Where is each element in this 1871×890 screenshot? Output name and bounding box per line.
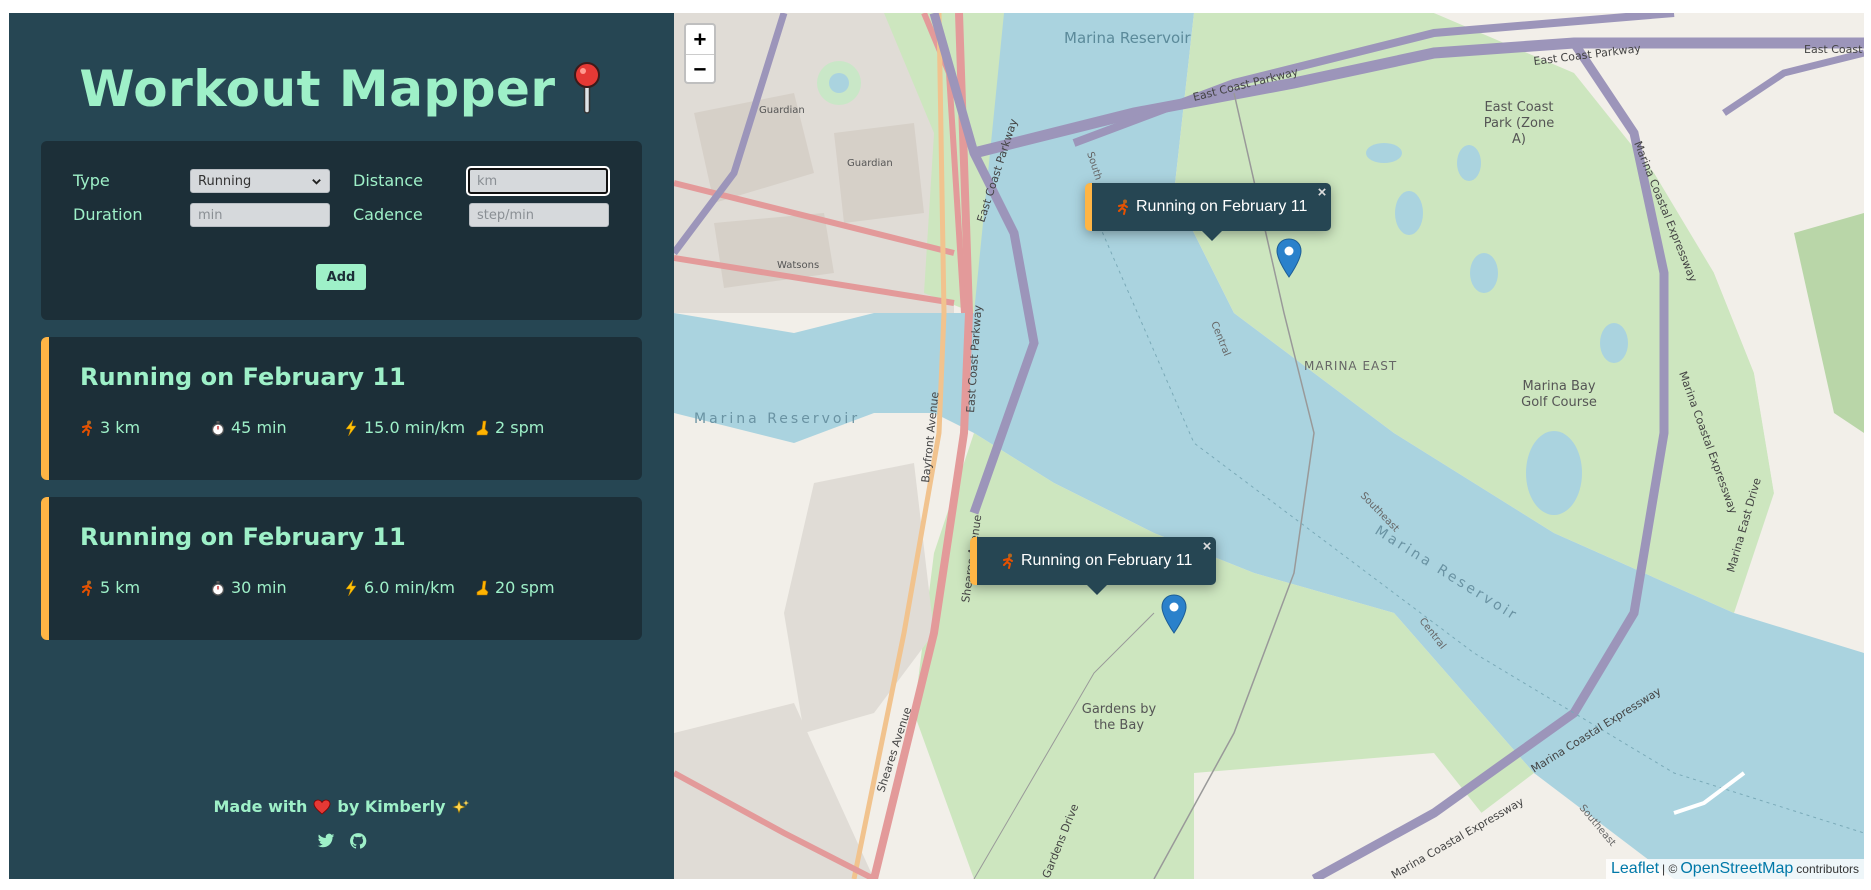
map-label: East Coast	[1484, 100, 1553, 115]
popup-tip	[1200, 230, 1223, 241]
leaflet-link[interactable]: Leaflet	[1611, 860, 1659, 878]
map-label: the Bay	[1094, 718, 1144, 733]
twitter-icon[interactable]	[317, 832, 335, 850]
type-select[interactable]: Running	[190, 169, 330, 193]
map-label: Golf Course	[1521, 395, 1597, 410]
popup-text: Running on February 11	[1021, 552, 1193, 569]
workout-distance: 5 km	[80, 578, 211, 597]
credits: Made with by Kimberly	[9, 797, 674, 816]
workout-duration-value: 30 min	[231, 578, 287, 597]
app-title: Workout Mapper	[79, 60, 556, 118]
lightning-icon	[345, 419, 357, 436]
popup-tip	[1085, 584, 1108, 595]
header: Workout Mapper	[41, 53, 642, 125]
github-icon[interactable]	[349, 832, 367, 850]
add-workout-button[interactable]: Add	[316, 264, 366, 290]
footprint-icon	[476, 580, 489, 595]
footer: Made with by Kimberly	[9, 797, 674, 850]
stopwatch-icon	[211, 420, 225, 436]
type-label: Type	[73, 171, 110, 190]
workout-duration-value: 45 min	[231, 418, 287, 437]
duration-label: Duration	[73, 205, 143, 224]
map-label: Gardens by	[1082, 702, 1157, 717]
workout-cadence: 20 spm	[475, 578, 555, 597]
map-marker-icon[interactable]	[1161, 594, 1187, 634]
map-label: Guardian	[759, 105, 805, 116]
map-label: MARINA EAST	[1304, 359, 1397, 373]
attribution-contributors: contributors	[1796, 862, 1859, 876]
workout-distance-value: 3 km	[100, 418, 141, 437]
map-label: Watsons	[777, 260, 819, 271]
map-label: Park (Zone	[1484, 116, 1554, 131]
heart-icon	[313, 799, 331, 815]
workout-cadence-value: 2 spm	[495, 418, 545, 437]
stopwatch-icon	[211, 580, 225, 596]
workout-stats: 5 km 30 min 6.0 min/km 20 spm	[80, 578, 642, 597]
workout-form: Type Running Distance Duration Cadence A…	[41, 141, 642, 320]
app-root: Workout Mapper Type Running Distance Dur…	[9, 13, 1864, 879]
author-text: by Kimberly	[337, 797, 446, 816]
workout-title: Running on February 11	[80, 363, 406, 391]
workout-distance-value: 5 km	[100, 578, 141, 597]
workout-duration: 30 min	[211, 578, 344, 597]
workout-title: Running on February 11	[80, 523, 406, 551]
distance-input[interactable]	[468, 168, 608, 194]
runner-icon	[1118, 199, 1128, 215]
map[interactable]: Marina Reservoir Marina Reservoir Marina…	[674, 13, 1864, 879]
map-label: Marina Reservoir	[1064, 29, 1191, 47]
zoom-control: + −	[684, 23, 716, 84]
map-label: A)	[1512, 132, 1526, 147]
distance-label: Distance	[353, 171, 423, 190]
openstreetmap-link[interactable]: OpenStreetMap	[1680, 860, 1793, 878]
workout-popup[interactable]: Running on February 11 ×	[1085, 183, 1332, 241]
map-label: East Coast Parkway	[1804, 43, 1864, 56]
workout-cadence-value: 20 spm	[495, 578, 555, 597]
workout-pace-value: 6.0 min/km	[364, 578, 455, 597]
workout-pace: 6.0 min/km	[344, 578, 475, 597]
sidebar: Workout Mapper Type Running Distance Dur…	[9, 13, 674, 879]
runner-icon	[82, 420, 92, 436]
workout-cadence: 2 spm	[475, 418, 544, 437]
cadence-input[interactable]	[469, 203, 609, 227]
map-attribution: Leaflet | © OpenStreetMap contributors	[1606, 859, 1864, 879]
workout-item[interactable]: Running on February 11 3 km 45 min 15.0 …	[41, 337, 642, 480]
cadence-label: Cadence	[353, 205, 423, 224]
workout-pace: 15.0 min/km	[344, 418, 475, 437]
social-links	[9, 832, 674, 850]
runner-icon	[1003, 553, 1013, 569]
chevron-down-icon	[312, 178, 321, 185]
map-label: Marina Reservoir	[694, 411, 860, 427]
popup-text: Running on February 11	[1136, 198, 1308, 215]
popup-close-button[interactable]: ×	[1318, 184, 1327, 201]
map-marker-icon[interactable]	[1276, 238, 1302, 278]
round-pushpin-icon	[573, 62, 600, 114]
map-label: Marina Bay	[1522, 379, 1595, 394]
zoom-in-button[interactable]: +	[686, 25, 714, 54]
zoom-out-button[interactable]: −	[686, 54, 714, 82]
footprint-icon	[476, 420, 489, 435]
workout-stats: 3 km 45 min 15.0 min/km 2 spm	[80, 418, 642, 437]
map-tiles[interactable]: Marina Reservoir Marina Reservoir Marina…	[674, 13, 1864, 879]
sparkles-icon	[451, 799, 469, 814]
map-label: Guardian	[847, 158, 893, 169]
workout-popup[interactable]: Running on February 11 ×	[970, 537, 1217, 595]
duration-input[interactable]	[190, 203, 330, 227]
popup-close-button[interactable]: ×	[1203, 538, 1212, 555]
made-with-text: Made with	[213, 797, 308, 816]
attribution-separator: | ©	[1662, 862, 1678, 876]
workout-duration: 45 min	[211, 418, 344, 437]
workout-item[interactable]: Running on February 11 5 km 30 min 6.0 m…	[41, 497, 642, 640]
runner-icon	[82, 580, 92, 596]
workout-pace-value: 15.0 min/km	[364, 418, 466, 437]
lightning-icon	[345, 579, 357, 596]
type-select-value: Running	[198, 173, 252, 189]
workout-distance: 3 km	[80, 418, 211, 437]
